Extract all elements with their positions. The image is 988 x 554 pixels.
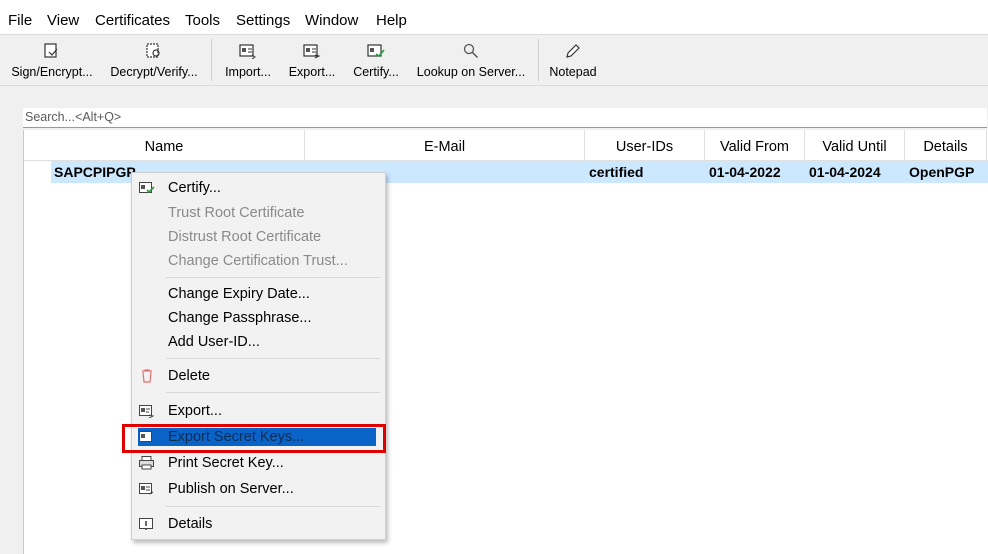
toolbar-separator — [538, 39, 539, 81]
sign-encrypt-button[interactable]: Sign/Encrypt... — [8, 39, 96, 83]
decrypt-verify-label: Decrypt/Verify... — [110, 65, 198, 79]
sign-encrypt-label: Sign/Encrypt... — [11, 65, 93, 79]
export-icon — [139, 405, 155, 418]
details-icon — [139, 518, 153, 530]
menu-bar: File View Certificates Tools Settings Wi… — [0, 8, 988, 34]
menu-tools[interactable]: Tools — [185, 12, 220, 29]
annotation-highlight-box — [122, 424, 386, 453]
menu-item-add-user-id[interactable]: Add User-ID... — [132, 331, 385, 353]
column-valid-from[interactable]: Valid From — [705, 130, 805, 160]
toolbar: Sign/Encrypt... Decrypt/Verify... Import… — [0, 34, 988, 86]
column-name[interactable]: Name — [24, 130, 305, 160]
decrypt-verify-icon — [146, 43, 160, 58]
cell-user-ids: certified — [589, 164, 644, 180]
certify-icon — [367, 44, 385, 58]
printer-icon — [139, 456, 154, 470]
menu-item-change-passphrase[interactable]: Change Passphrase... — [132, 307, 385, 329]
menu-separator — [166, 506, 380, 507]
menu-item-label: Distrust Root Certificate — [168, 229, 322, 245]
lookup-label: Lookup on Server... — [416, 65, 526, 79]
export-label: Export... — [288, 65, 336, 79]
menu-separator — [166, 392, 380, 393]
menu-item-distrust-root[interactable]: Distrust Root Certificate — [132, 226, 385, 248]
menu-view[interactable]: View — [47, 12, 79, 29]
export-icon — [303, 44, 321, 59]
menu-item-details[interactable]: Details — [132, 513, 385, 535]
menu-item-trust-root[interactable]: Trust Root Certificate — [132, 202, 385, 224]
cell-details: OpenPGP — [909, 164, 975, 180]
menu-window[interactable]: Window — [305, 12, 358, 29]
menu-help[interactable]: Help — [376, 12, 407, 29]
search-input[interactable]: Search...<Alt+Q> — [23, 108, 987, 128]
menu-item-export[interactable]: Export... — [132, 400, 385, 422]
import-label: Import... — [225, 65, 271, 79]
notepad-label: Notepad — [549, 65, 597, 79]
menu-item-label: Details — [168, 516, 213, 532]
menu-item-label: Print Secret Key... — [168, 455, 284, 471]
menu-item-certify[interactable]: Certify... — [132, 177, 385, 199]
toolbar-separator — [211, 39, 212, 81]
menu-settings[interactable]: Settings — [236, 12, 290, 29]
column-email[interactable]: E-Mail — [305, 130, 585, 160]
export-button[interactable]: Export... — [285, 39, 339, 83]
decrypt-verify-button[interactable]: Decrypt/Verify... — [106, 39, 202, 83]
menu-item-label: Certify... — [168, 180, 221, 196]
certify-button[interactable]: Certify... — [348, 39, 404, 83]
import-button[interactable]: Import... — [220, 39, 276, 83]
menu-certificates[interactable]: Certificates — [95, 12, 170, 29]
import-icon — [239, 44, 256, 59]
publish-icon — [139, 483, 154, 495]
cell-valid-from: 01-04-2022 — [709, 164, 781, 180]
menu-item-label: Change Passphrase... — [168, 310, 312, 326]
menu-item-label: Change Expiry Date... — [168, 286, 310, 302]
menu-item-label: Export... — [168, 403, 222, 419]
menu-item-change-certification-trust[interactable]: Change Certification Trust... — [132, 250, 385, 272]
certify-icon — [139, 182, 155, 194]
context-menu: Certify... Trust Root Certificate Distru… — [131, 172, 386, 540]
menu-item-print-secret-key[interactable]: Print Secret Key... — [132, 452, 385, 474]
search-icon — [463, 43, 479, 59]
notepad-button[interactable]: Notepad — [546, 39, 600, 83]
title-strip — [0, 0, 988, 8]
menu-item-label: Delete — [168, 368, 210, 384]
menu-file[interactable]: File — [8, 12, 32, 29]
menu-item-label: Publish on Server... — [168, 481, 294, 497]
menu-separator — [166, 277, 380, 278]
menu-item-delete[interactable]: Delete — [132, 365, 385, 387]
menu-item-label: Trust Root Certificate — [168, 205, 305, 221]
cell-name: SAPCPIPGP — [54, 164, 136, 180]
column-details[interactable]: Details — [905, 130, 987, 160]
menu-item-label: Change Certification Trust... — [168, 253, 348, 269]
table-header: Name E-Mail User-IDs Valid From Valid Un… — [24, 130, 988, 161]
menu-item-publish-on-server[interactable]: Publish on Server... — [132, 478, 385, 500]
menu-item-label: Add User-ID... — [168, 334, 260, 350]
column-user-ids[interactable]: User-IDs — [585, 130, 705, 160]
column-valid-until[interactable]: Valid Until — [805, 130, 905, 160]
certify-label: Certify... — [353, 65, 399, 79]
lookup-on-server-button[interactable]: Lookup on Server... — [412, 39, 530, 83]
pencil-icon — [566, 44, 580, 58]
menu-separator — [166, 358, 380, 359]
sign-encrypt-icon — [44, 43, 58, 58]
cell-valid-until: 01-04-2024 — [809, 164, 881, 180]
trash-icon — [142, 369, 152, 383]
menu-item-change-expiry[interactable]: Change Expiry Date... — [132, 283, 385, 305]
